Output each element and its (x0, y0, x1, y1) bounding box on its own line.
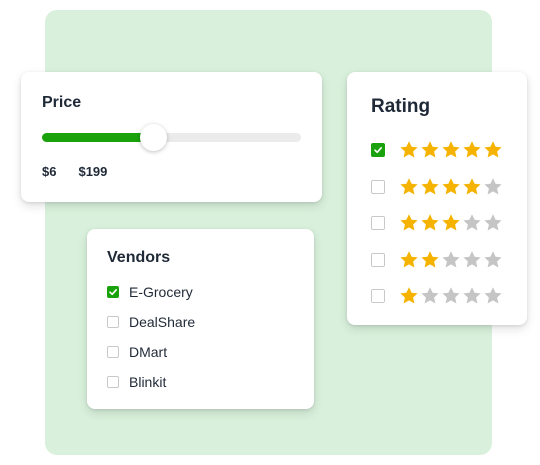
vendor-label: DealShare (129, 314, 196, 330)
rating-option[interactable] (371, 278, 503, 315)
star-rating (399, 177, 503, 197)
star-filled-icon (484, 141, 502, 158)
star-empty-icon (484, 250, 502, 268)
vendors-title: Vendors (107, 249, 171, 266)
rating-checkbox[interactable] (371, 216, 385, 231)
star-filled-icon (421, 141, 439, 158)
rating-list (371, 132, 503, 315)
rating-option[interactable] (371, 242, 503, 279)
star-empty-icon (484, 287, 502, 304)
star-filled-icon (400, 177, 418, 195)
rating-checkbox[interactable] (371, 143, 385, 158)
star-empty-icon (484, 214, 502, 231)
star-empty-icon (463, 287, 481, 304)
vendor-list: E-Grocery DealShare DMart Blinkit (107, 277, 294, 397)
vendor-label: Blinkit (129, 374, 167, 390)
rating-checkbox[interactable] (371, 289, 385, 304)
vendor-option[interactable]: E-Grocery (107, 277, 294, 307)
price-filter-card: Price $6 $199 (21, 72, 322, 202)
star-filled-icon (463, 177, 481, 195)
price-title: Price (42, 94, 82, 111)
star-filled-icon (421, 214, 439, 231)
star-rating (399, 140, 503, 160)
star-empty-icon (442, 250, 460, 268)
star-filled-icon (421, 250, 439, 268)
rating-option[interactable] (371, 132, 503, 169)
star-filled-icon (442, 177, 460, 195)
vendor-label: DMart (129, 344, 168, 360)
vendor-checkbox[interactable] (107, 316, 119, 328)
price-slider-handle[interactable] (140, 124, 168, 151)
star-empty-icon (484, 177, 502, 195)
star-filled-icon (400, 250, 418, 268)
rating-option[interactable] (371, 169, 503, 206)
star-empty-icon (463, 250, 481, 268)
star-filled-icon (400, 287, 418, 304)
rating-option[interactable] (371, 205, 503, 242)
price-range-values: $6 $199 (42, 164, 301, 179)
star-empty-icon (442, 287, 460, 304)
rating-title: Rating (371, 96, 431, 117)
star-rating (399, 250, 503, 270)
rating-checkbox[interactable] (371, 179, 385, 194)
star-filled-icon (463, 141, 481, 158)
star-filled-icon (400, 141, 418, 158)
vendor-checkbox[interactable] (107, 376, 119, 388)
star-filled-icon (442, 141, 460, 158)
vendor-option[interactable]: Blinkit (107, 367, 294, 397)
price-min-label: $6 (42, 164, 57, 179)
rating-filter-card: Rating (347, 72, 527, 325)
rating-checkbox[interactable] (371, 252, 385, 267)
star-filled-icon (421, 177, 439, 195)
star-rating (399, 286, 503, 306)
star-filled-icon (400, 214, 418, 231)
star-filled-icon (442, 214, 460, 231)
price-slider-fill (42, 133, 154, 142)
star-rating (399, 213, 503, 233)
vendor-checkbox[interactable] (107, 286, 119, 298)
vendor-option[interactable]: DMart (107, 337, 294, 367)
price-slider[interactable] (42, 124, 301, 151)
price-max-label: $199 (78, 164, 108, 179)
vendor-option[interactable]: DealShare (107, 307, 294, 337)
vendor-label: E-Grocery (129, 284, 193, 300)
vendors-filter-card: Vendors E-Grocery DealShare DMart Blinkit (87, 229, 314, 409)
star-empty-icon (421, 287, 439, 304)
vendor-checkbox[interactable] (107, 346, 119, 358)
star-empty-icon (463, 214, 481, 231)
